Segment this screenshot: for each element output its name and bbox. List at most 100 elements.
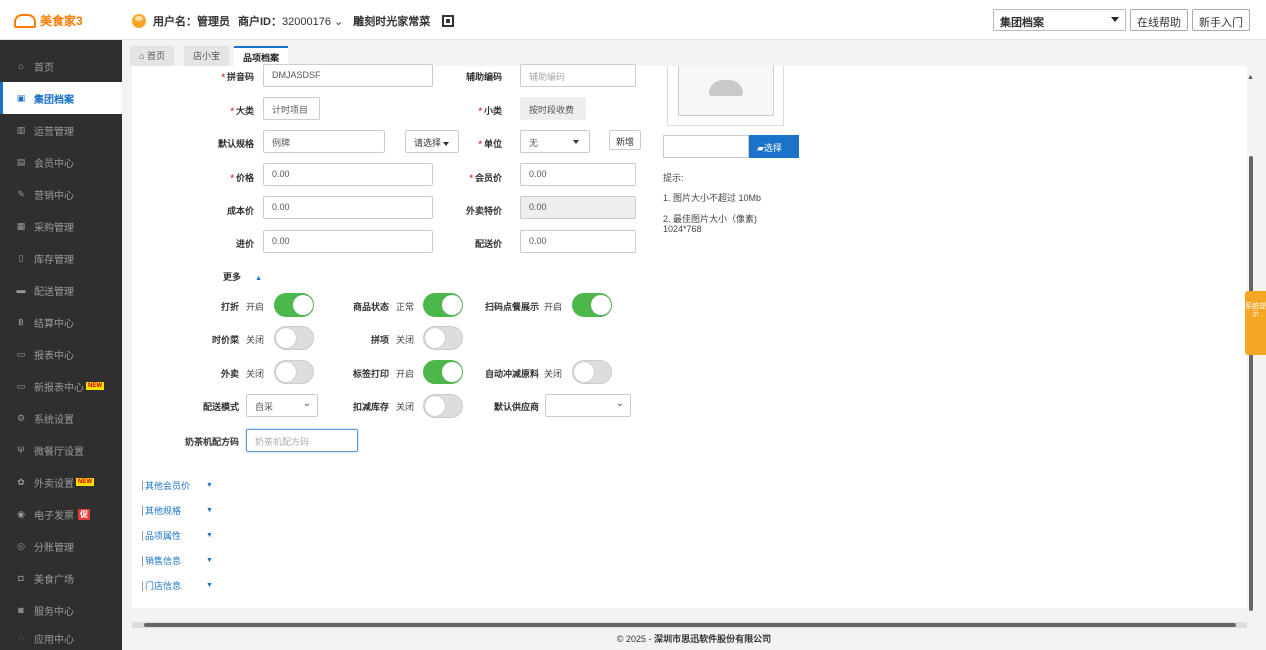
price-input[interactable]: 0.00 bbox=[263, 163, 433, 186]
section-other-member-price[interactable]: 其他会员价 ▼ bbox=[142, 479, 213, 492]
required-mark: * bbox=[478, 139, 482, 149]
copyright-text: © 2025 - bbox=[616, 634, 655, 644]
image-file-input[interactable] bbox=[663, 135, 749, 158]
dish-icon bbox=[709, 80, 743, 96]
purchase-price-input[interactable]: 0.00 bbox=[263, 230, 433, 253]
cost-price-input[interactable]: 0.00 bbox=[263, 196, 433, 219]
sidebar-item-system-settings[interactable]: ⚙ 系统设置 bbox=[0, 402, 122, 434]
product-status-toggle[interactable] bbox=[423, 293, 463, 317]
category-field[interactable]: 计时项目 bbox=[263, 97, 320, 120]
store-name: 雕刻时光家常菜 bbox=[353, 16, 431, 28]
sidebar-item-food-plaza[interactable]: ◘ 美食广场 bbox=[0, 562, 122, 594]
sidebar-item-label: 应用中心 bbox=[34, 634, 74, 646]
delivery-price-input[interactable]: 0.00 bbox=[520, 230, 636, 253]
app-logo[interactable]: 美食家3 bbox=[14, 12, 83, 29]
sidebar-item-micro-restaurant[interactable]: Ψ 微餐厅设置 bbox=[0, 434, 122, 466]
chevron-down-icon: ⌄ bbox=[615, 398, 624, 409]
tab-store-assistant[interactable]: 店小宝 bbox=[184, 46, 230, 66]
section-label: 门店信息 bbox=[145, 581, 182, 591]
sidebar-item-takeout-settings[interactable]: ✿ 外卖设置 NEW bbox=[0, 466, 122, 498]
choose-image-button[interactable]: ▰选择 bbox=[749, 135, 799, 158]
horizontal-scrollbar[interactable] bbox=[132, 622, 1247, 628]
unit-select[interactable]: 无 bbox=[520, 130, 590, 153]
section-label: 其他规格 bbox=[145, 506, 182, 516]
product-status-state: 正常 bbox=[396, 302, 415, 312]
aux-code-label: 辅助编码 bbox=[465, 72, 502, 82]
scrollbar-thumb[interactable] bbox=[144, 623, 1236, 627]
combo-toggle[interactable] bbox=[423, 326, 463, 350]
market-price-state: 关闭 bbox=[246, 335, 265, 345]
module-select[interactable]: 集团档案 bbox=[993, 9, 1126, 31]
more-label: 更多 bbox=[223, 272, 242, 282]
pinyin-label-text: 拼音码 bbox=[226, 72, 254, 82]
sidebar-item-delivery[interactable]: ▬ 配送管理 bbox=[0, 274, 122, 306]
tab-bar: ⌂ 首页 店小宝 品项档案 bbox=[122, 40, 1266, 66]
delivery-mode-select[interactable]: 自采 ⌄ bbox=[246, 394, 318, 417]
sidebar-item-reports[interactable]: ▭ 报表中心 bbox=[0, 338, 122, 370]
sidebar-item-split-accounts[interactable]: ◎ 分账管理 bbox=[0, 530, 122, 562]
scroll-up-icon[interactable]: ▲ bbox=[1247, 74, 1254, 81]
default-spec-input[interactable]: 例牌 bbox=[263, 130, 385, 153]
unit-new-button[interactable]: 新增 bbox=[609, 130, 641, 150]
sidebar-item-service-center[interactable]: ◙ 服务中心 bbox=[0, 594, 122, 626]
sidebar-item-app-center[interactable]: ◌ 应用中心 bbox=[0, 626, 122, 650]
sidebar-item-group-archive[interactable]: ▣ 集团档案 bbox=[0, 82, 122, 114]
chevron-down-icon: ⌄ bbox=[334, 15, 344, 28]
sidebar-item-e-invoice[interactable]: ◉ 电子发票促 bbox=[0, 498, 122, 530]
system-tips-tab[interactable]: 系统提示 bbox=[1245, 291, 1266, 355]
sidebar-item-label: 采购管理 bbox=[34, 222, 74, 234]
takeout-toggle[interactable] bbox=[274, 360, 314, 384]
label-print-state: 开启 bbox=[396, 369, 415, 379]
section-sales-info[interactable]: 销售信息 ▼ bbox=[142, 554, 213, 567]
online-help-button[interactable]: 在线帮助 bbox=[1130, 9, 1188, 31]
unit-select-value: 无 bbox=[529, 138, 539, 148]
chevron-down-icon: ⌄ bbox=[302, 398, 311, 409]
auto-deduct-toggle[interactable] bbox=[572, 360, 612, 384]
qr-code-icon[interactable] bbox=[442, 15, 455, 27]
member-price-input[interactable]: 0.00 bbox=[520, 163, 636, 186]
merchant-id[interactable]: 32000176 ⌄ bbox=[282, 15, 343, 28]
milk-tea-code-input[interactable]: 奶茶机配方码 bbox=[246, 429, 358, 452]
scan-order-toggle[interactable] bbox=[572, 293, 612, 317]
cost-price-label: 成本价 bbox=[226, 206, 254, 216]
section-other-specs[interactable]: 其他规格 ▼ bbox=[142, 504, 213, 517]
sidebar-item-operations[interactable]: ▥ 运营管理 bbox=[0, 114, 122, 146]
tab-item-archive[interactable]: 品项档案 bbox=[234, 46, 289, 66]
default-supplier-select[interactable]: ⌄ bbox=[545, 394, 631, 417]
beginner-guide-button[interactable]: 新手入门 bbox=[1192, 9, 1250, 31]
label-print-toggle[interactable] bbox=[423, 360, 463, 384]
sidebar-item-label: 微餐厅设置 bbox=[34, 446, 84, 458]
deduct-stock-state: 关闭 bbox=[396, 402, 415, 412]
aux-code-input[interactable]: 辅助编码 bbox=[520, 64, 636, 87]
sidebar-item-members[interactable]: ▤ 会员中心 bbox=[0, 146, 122, 178]
sidebar-item-home[interactable]: ⌂ 首页 bbox=[0, 50, 122, 82]
market-price-toggle[interactable] bbox=[274, 326, 314, 350]
service-icon: ◙ bbox=[18, 605, 24, 615]
section-item-attributes[interactable]: 品项属性 ▼ bbox=[142, 529, 213, 542]
deduct-stock-toggle[interactable] bbox=[423, 394, 463, 418]
subcategory-field[interactable]: 按时段收费 bbox=[520, 97, 586, 120]
section-store-info[interactable]: 门店信息 ▼ bbox=[142, 579, 213, 592]
sidebar-item-label: 美食广场 bbox=[34, 574, 74, 586]
sidebar-item-marketing[interactable]: ✎ 营销中心 bbox=[0, 178, 122, 210]
sidebar-item-inventory[interactable]: ▯ 库存管理 bbox=[0, 242, 122, 274]
chevron-down-icon: ▼ bbox=[206, 507, 213, 514]
fork-icon: Ψ bbox=[17, 445, 25, 455]
toggle-knob bbox=[425, 328, 445, 348]
scrollbar-thumb[interactable] bbox=[1249, 156, 1253, 611]
sidebar-item-new-reports[interactable]: ▭ 新报表中心 NEW bbox=[0, 370, 122, 402]
category-label: * 大类 bbox=[172, 104, 254, 117]
takeout-price-label: 外卖特价 bbox=[465, 206, 502, 216]
sidebar-item-settlement[interactable]: ฿ 结算中心 bbox=[0, 306, 122, 338]
tab-home[interactable]: ⌂ 首页 bbox=[130, 46, 174, 66]
pinyin-input[interactable]: DMJASDSF bbox=[263, 64, 433, 87]
price-label-text: 价格 bbox=[235, 173, 254, 183]
sidebar-item-purchasing[interactable]: ▦ 采购管理 bbox=[0, 210, 122, 242]
takeout-price-input[interactable]: 0.00 bbox=[520, 196, 636, 219]
section-label: 品项属性 bbox=[145, 531, 182, 541]
category-label-text: 大类 bbox=[235, 106, 254, 116]
more-toggle[interactable]: 更多 ▲ bbox=[192, 270, 262, 283]
toggle-knob bbox=[293, 295, 313, 315]
member-price-label: * 会员价 bbox=[432, 171, 502, 184]
discount-toggle[interactable] bbox=[274, 293, 314, 317]
